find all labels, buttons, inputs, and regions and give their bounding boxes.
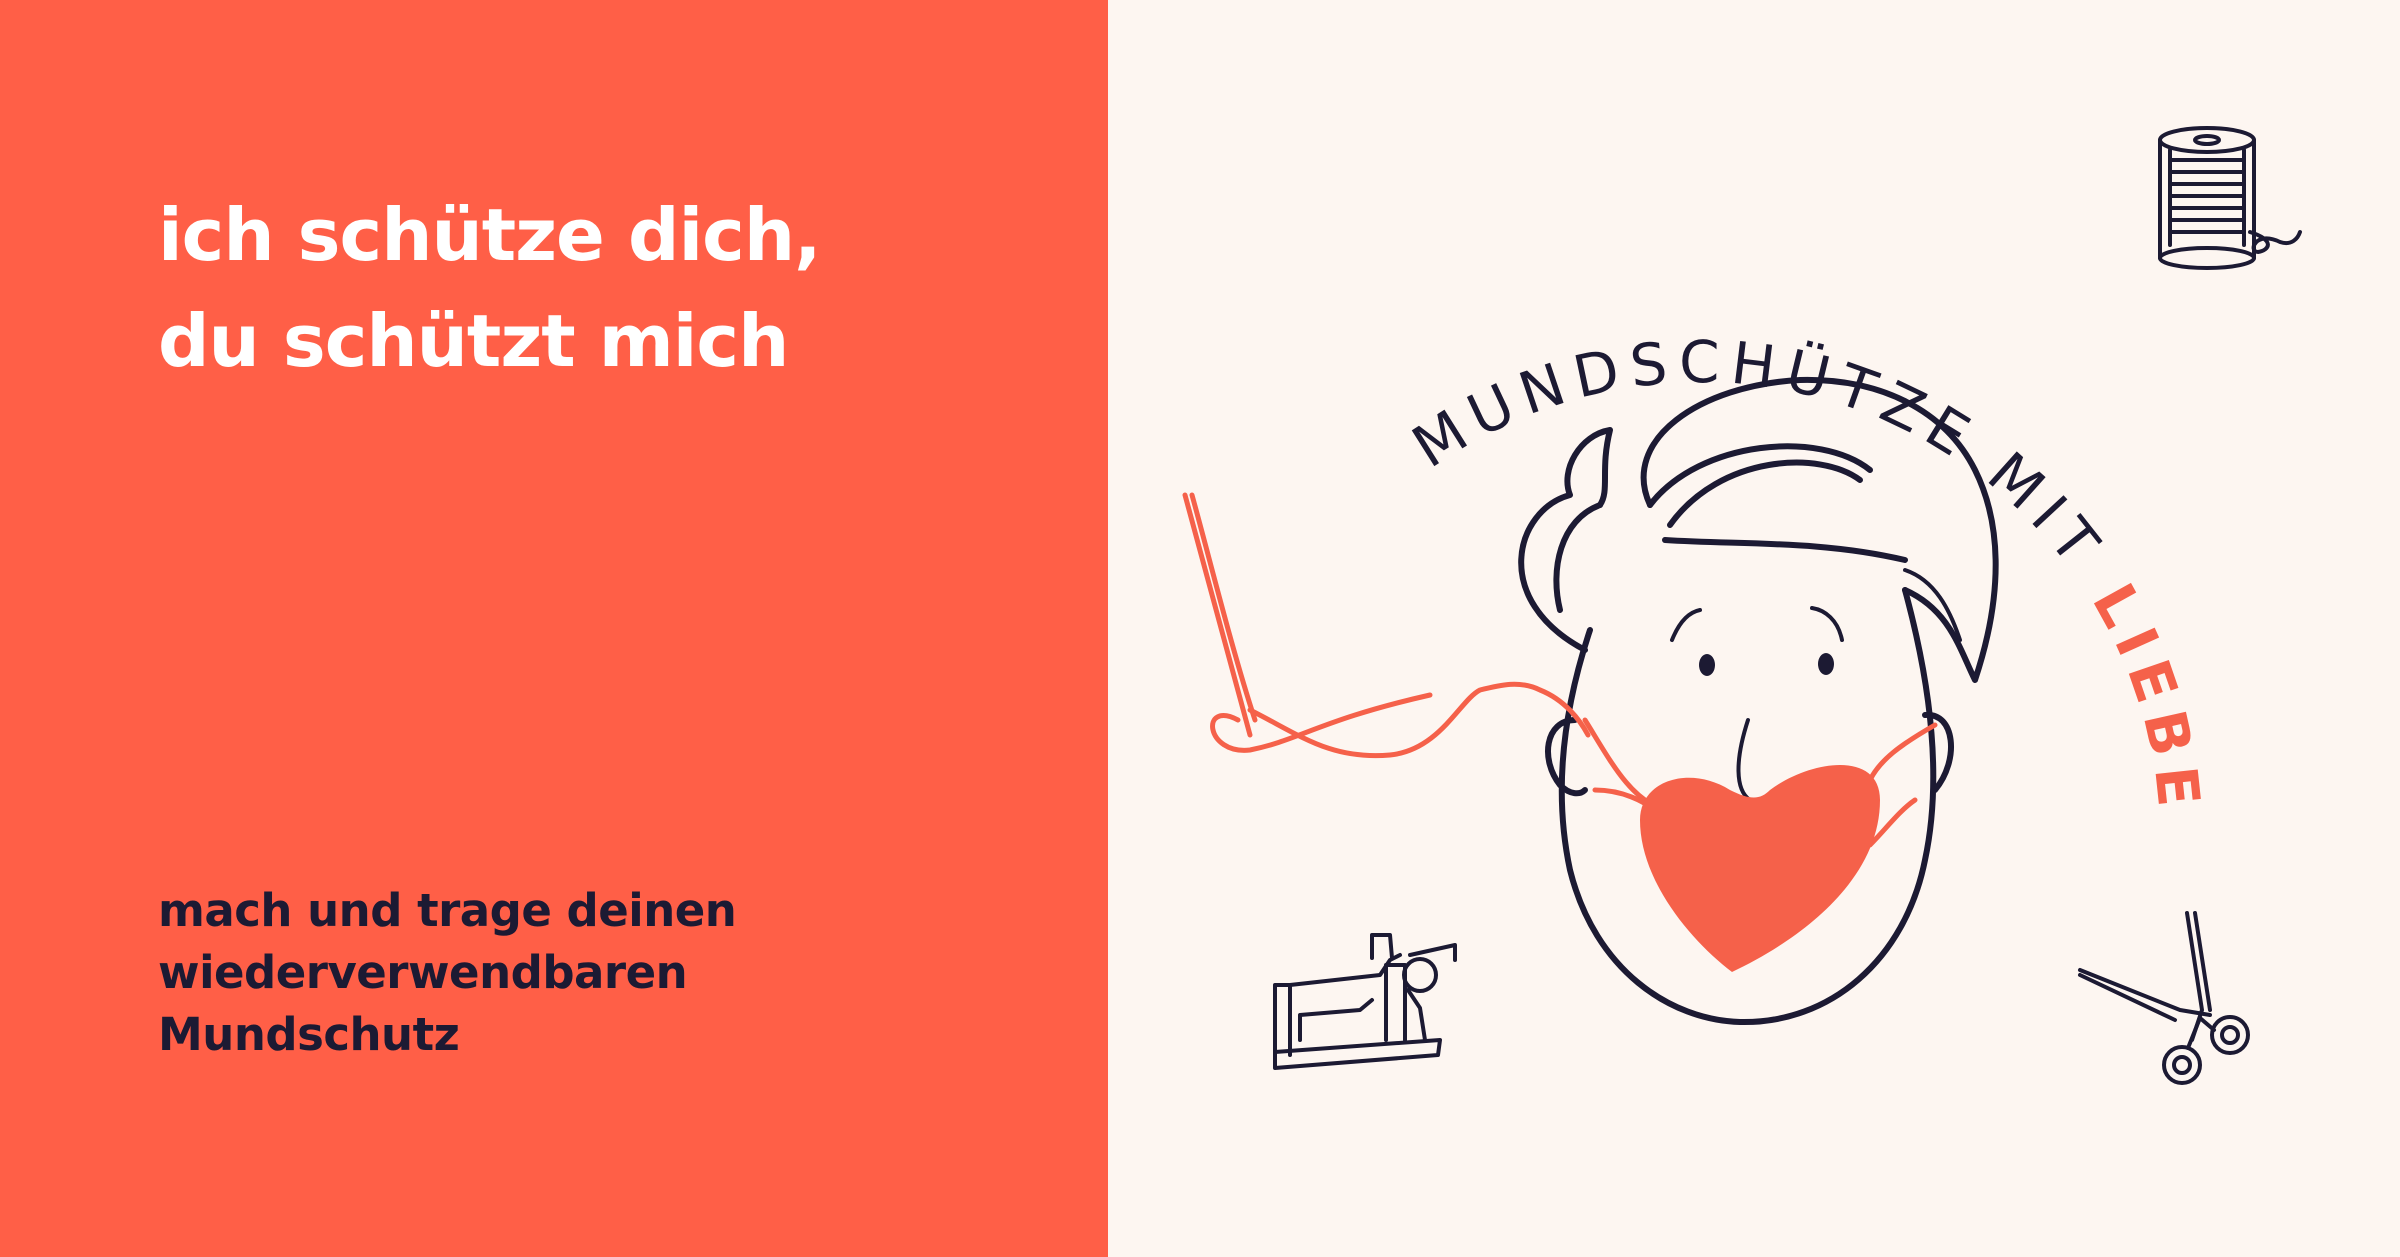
left-panel: ich schütze dich, du schützt mich mach u… bbox=[0, 0, 1108, 1257]
subline: mach und trage deinen wiederverwendbaren… bbox=[158, 880, 1058, 1066]
subline-line-2: wiederverwendbaren bbox=[158, 946, 688, 999]
subline-line-1: mach und trage deinen bbox=[158, 884, 737, 937]
headline-line-2: du schützt mich bbox=[158, 299, 789, 383]
headline: ich schütze dich, du schützt mich bbox=[158, 182, 1058, 394]
heart-mask bbox=[1582, 717, 1938, 972]
logo-arc-text-red: LIEBE bbox=[2079, 573, 2214, 820]
subline-line-3: Mundschutz bbox=[158, 1008, 460, 1061]
scissors-icon bbox=[2078, 911, 2250, 1085]
sewing-machine-icon bbox=[1273, 933, 1457, 1070]
thread-spool-icon bbox=[2158, 126, 2302, 270]
illustration: MUNDSCHÜTZE MIT LIEBE bbox=[1182, 126, 2302, 1085]
headline-line-1: ich schütze dich, bbox=[158, 193, 821, 277]
